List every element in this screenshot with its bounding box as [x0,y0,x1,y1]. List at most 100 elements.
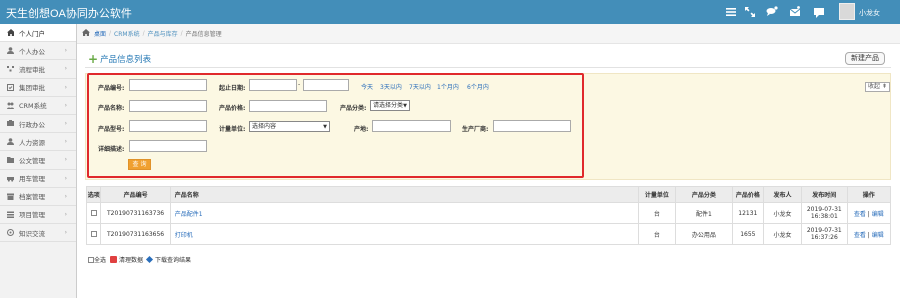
row-time: 16:38:01 [810,213,838,220]
view-link[interactable]: 查看 [854,232,866,239]
breadcrumb-separator: / [142,30,145,37]
col-code: 产品编号 [100,186,171,203]
sidebar: 个人门户 个人办公 › 流程审批 › 集团审批 › CRM系统 › 行政办公 › 人力资源 › 公文管理 ›… [0,24,77,298]
approval-icon [7,83,14,91]
search-area-highlight [87,73,584,178]
sidebar-item-label: CRM系统 [19,102,47,111]
project-icon [7,211,14,218]
col-price: 产品价格 [731,186,764,203]
col-category: 产品分类 [675,186,733,203]
table-row: T20190731163736 产品配件1 台 配件1 12131 小龙女 20… [85,202,892,224]
table-footer: 全选 清理数据 下载查询结果 [88,255,191,264]
row-category: 配件1 [675,202,733,224]
row-name-link[interactable]: 打印机 [175,232,193,239]
download-results-link[interactable]: 下载查询结果 [155,255,191,264]
sidebar-item-label: 知识交流 [19,229,45,238]
sidebar-item-label: 个人办公 [19,47,45,56]
sidebar-item-label: 公文管理 [19,156,45,165]
sidebar-item-label: 个人门户 [19,29,45,38]
sidebar-item-hr[interactable]: 人力资源 › [0,133,76,152]
page-title: + 产品信息列表 [88,53,151,65]
new-product-button[interactable]: 新建产品 [845,52,885,65]
crm-icon [7,102,14,109]
row-code: T20190731163656 [100,223,171,245]
chevron-right-icon: › [64,119,67,127]
sidebar-item-flow[interactable]: 流程审批 › [0,60,76,79]
avatar[interactable] [839,3,855,20]
row-price: 1655 [731,223,764,245]
sidebar-item-label: 集团审批 [19,84,45,93]
trash-icon [110,256,118,263]
hr-icon [7,138,14,146]
breadcrumb-item-desktop[interactable]: 桌面 [94,29,106,38]
breadcrumb-item-stock[interactable]: 产品与库存 [148,29,178,38]
col-name: 产品名称 [169,186,639,203]
chevron-right-icon: › [64,138,67,146]
document-icon [7,156,14,164]
message-icon[interactable] [813,6,825,18]
row-code: T20190731163736 [100,202,171,224]
sidebar-item-user[interactable]: 个人办公 › [0,42,76,61]
row-price: 12131 [731,202,764,224]
chat-icon[interactable] [766,6,778,18]
chevron-right-icon: › [64,192,67,200]
view-link[interactable]: 查看 [854,211,866,218]
chevron-right-icon: › [64,65,67,73]
row-checkbox[interactable] [90,231,97,237]
col-unit: 计量单位 [637,186,677,203]
edit-link[interactable]: 编辑 [872,211,884,218]
sidebar-item-label: 用车管理 [19,175,45,184]
chevron-right-icon: › [64,210,67,218]
menu-icon[interactable] [725,6,737,18]
product-table: 选项 产品编号 产品名称 计量单位 产品分类 产品价格 发布人 发布时间 操作 … [85,186,892,245]
breadcrumb: 桌面 / CRM系统 / 产品与库存 / 产品信息管理 [77,24,900,44]
sidebar-item-approval[interactable]: 集团审批 › [0,79,76,97]
col-publisher: 发布人 [762,186,803,203]
sidebar-item-office[interactable]: 行政办公 › [0,115,76,134]
delete-data-link[interactable]: 清理数据 [119,255,143,264]
row-publisher: 小龙女 [762,202,803,224]
page-title-text: 产品信息列表 [100,55,152,65]
download-icon [145,255,154,264]
sidebar-item-car[interactable]: 用车管理 › [0,170,76,188]
sidebar-item-document[interactable]: 公文管理 › [0,151,76,170]
home-icon[interactable] [82,29,90,38]
sidebar-item-project[interactable]: 项目管理 › [0,206,76,225]
sidebar-item-label: 人力资源 [19,138,45,147]
breadcrumb-separator: / [109,30,112,37]
row-checkbox[interactable] [90,210,97,216]
collapse-button[interactable]: 收起 ⇞ [865,82,890,92]
chevron-right-icon: › [64,101,67,109]
row-publisher: 小龙女 [762,223,803,245]
plus-icon: + [88,52,99,66]
knowledge-icon [7,229,14,237]
mail-icon[interactable] [789,6,801,18]
sidebar-item-knowledge[interactable]: 知识交流 › [0,224,76,243]
sidebar-item-label: 项目管理 [19,211,45,220]
action-separator: | [867,210,870,218]
breadcrumb-item-crm[interactable]: CRM系统 [114,29,140,38]
chevron-right-icon: › [64,156,67,164]
home-icon [7,29,14,37]
chevron-right-icon: › [64,83,67,91]
sidebar-item-label: 档案管理 [19,193,45,202]
expand-icon[interactable] [744,6,756,18]
breadcrumb-separator: / [180,30,183,37]
sidebar-item-crm[interactable]: CRM系统 › [0,97,76,115]
col-actions: 操作 [846,186,892,203]
sidebar-item-archive[interactable]: 档案管理 › [0,188,76,206]
row-date: 2019-07-31 [806,227,842,234]
row-name-link[interactable]: 产品配件1 [175,211,203,218]
col-date: 发布时间 [801,186,848,203]
sidebar-item-home[interactable]: 个人门户 [0,24,76,43]
user-name[interactable]: 小龙女 [859,8,880,18]
edit-link[interactable]: 编辑 [872,232,884,239]
chevron-right-icon: › [64,229,67,237]
car-icon [7,175,14,182]
table-row: T20190731163656 打印机 台 办公用品 1655 小龙女 2019… [85,223,892,245]
breadcrumb-item-current: 产品信息管理 [185,31,222,38]
row-unit: 台 [637,223,677,245]
row-time: 16:37:26 [810,234,838,241]
flow-icon [7,65,14,72]
select-all-label[interactable]: 全选 [94,255,106,264]
